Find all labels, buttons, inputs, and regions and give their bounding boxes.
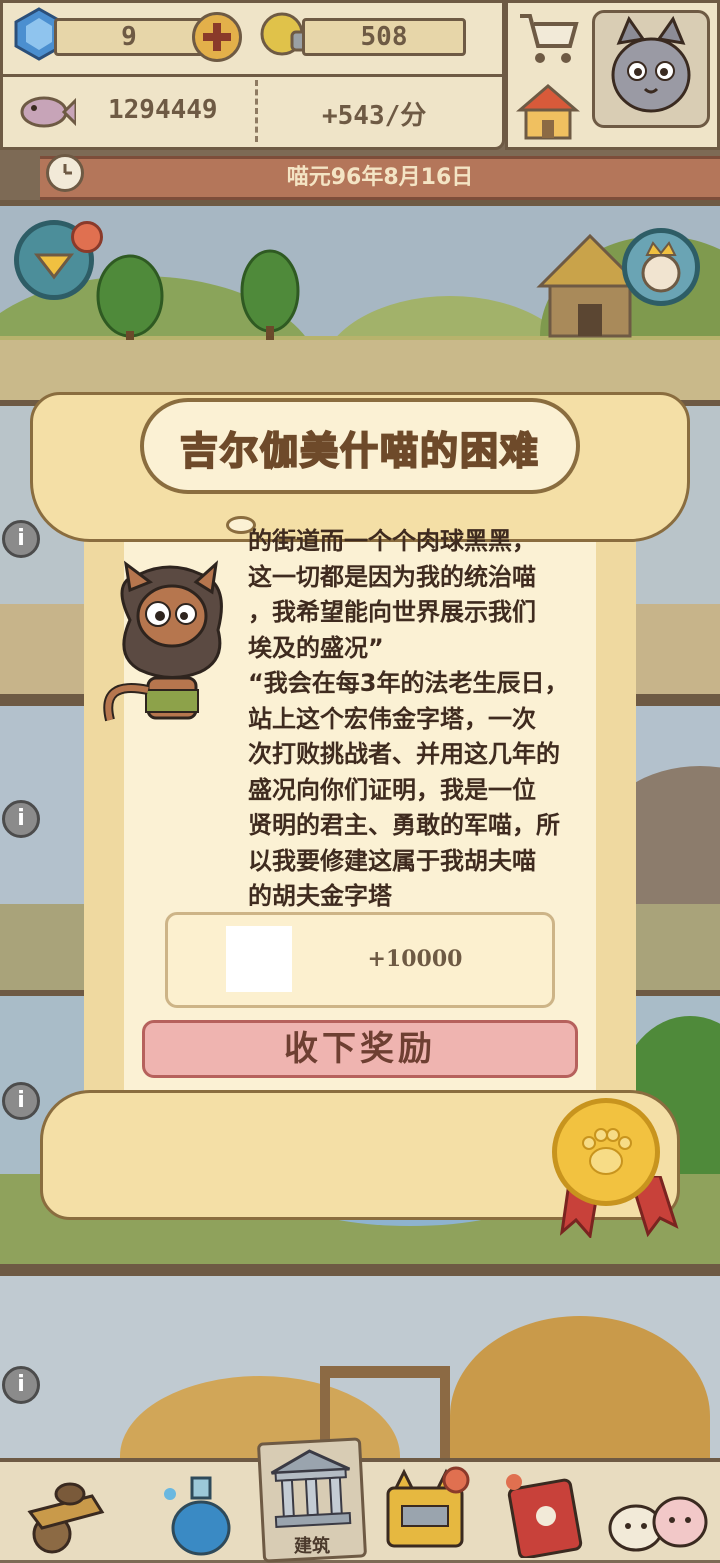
- paw-medal-icon: [552, 1098, 660, 1206]
- player-avatar-button[interactable]: [592, 10, 710, 128]
- info-button-3[interactable]: i: [2, 1082, 40, 1120]
- story-line: 次打败挑战者、并用这几年的: [248, 740, 560, 768]
- add-gems-button[interactable]: [192, 12, 242, 62]
- temple-icon: [270, 1449, 352, 1528]
- story-line: 的街道而一个个肉球黑黑，: [248, 527, 536, 555]
- cart-icon[interactable]: [516, 8, 580, 66]
- bulbs-count: 508: [302, 18, 466, 56]
- potion-icon[interactable]: [160, 1472, 240, 1558]
- reward-amount: +10000: [367, 946, 463, 972]
- cart-nav-icon[interactable]: [22, 1472, 110, 1556]
- house-icon[interactable]: [516, 80, 580, 142]
- cats-icon[interactable]: [604, 1486, 714, 1556]
- hud-divider-dashed: [255, 80, 260, 142]
- fish-icon: [20, 96, 76, 128]
- date-bar: 喵元96年8月16日: [40, 156, 720, 200]
- story-line: 的胡夫金字塔: [248, 882, 392, 910]
- story-line: ，我希望能向世界展示我们: [248, 598, 536, 626]
- fish-count: 1294449: [108, 95, 218, 125]
- king-cat-badge-icon[interactable]: [622, 228, 700, 306]
- hud-divider: [0, 74, 505, 77]
- story-line: 埃及的盛况”: [248, 633, 384, 662]
- story-line: 以我要修建这属于我胡夫喵: [248, 846, 536, 875]
- trees: [96, 249, 300, 351]
- story-line: 盛况向你们证明，我是一位: [248, 775, 536, 804]
- story-line: 站上这个宏伟金字塔，一次: [248, 704, 536, 733]
- clock-icon: [46, 154, 84, 192]
- cat-box-icon[interactable]: [382, 1466, 474, 1556]
- add-icon: [203, 23, 231, 51]
- story-line: 这一切都是因为我的统治喵: [248, 562, 536, 591]
- book-icon[interactable]: [500, 1474, 590, 1558]
- info-button-4[interactable]: i: [2, 1366, 40, 1404]
- fish-rate: +543/分: [322, 101, 427, 131]
- location-badge-icon[interactable]: [14, 220, 103, 300]
- gilgamesh-cat-character: [103, 560, 223, 722]
- dialog-title: 吉尔伽美什喵的困难: [179, 428, 540, 474]
- build-tab-label: 建筑: [294, 1536, 330, 1557]
- avatar: [611, 15, 691, 113]
- claim-reward-button[interactable]: 收下奖励: [142, 1020, 578, 1078]
- story-line: “我会在每3年的法老生辰日，: [248, 669, 569, 697]
- story-text: 的街道而一个个肉球黑黑， 这一切都是因为我的统治喵 ，我希望能向世界展示我们 埃…: [248, 524, 598, 915]
- dirt-path: [0, 340, 720, 400]
- gems-count: 9: [54, 18, 204, 56]
- info-button-1[interactable]: i: [2, 520, 40, 558]
- story-line: 贤明的君主、勇敢的军喵，所: [248, 811, 560, 839]
- info-button-2[interactable]: i: [2, 800, 40, 838]
- reward-item-icon: [226, 926, 292, 992]
